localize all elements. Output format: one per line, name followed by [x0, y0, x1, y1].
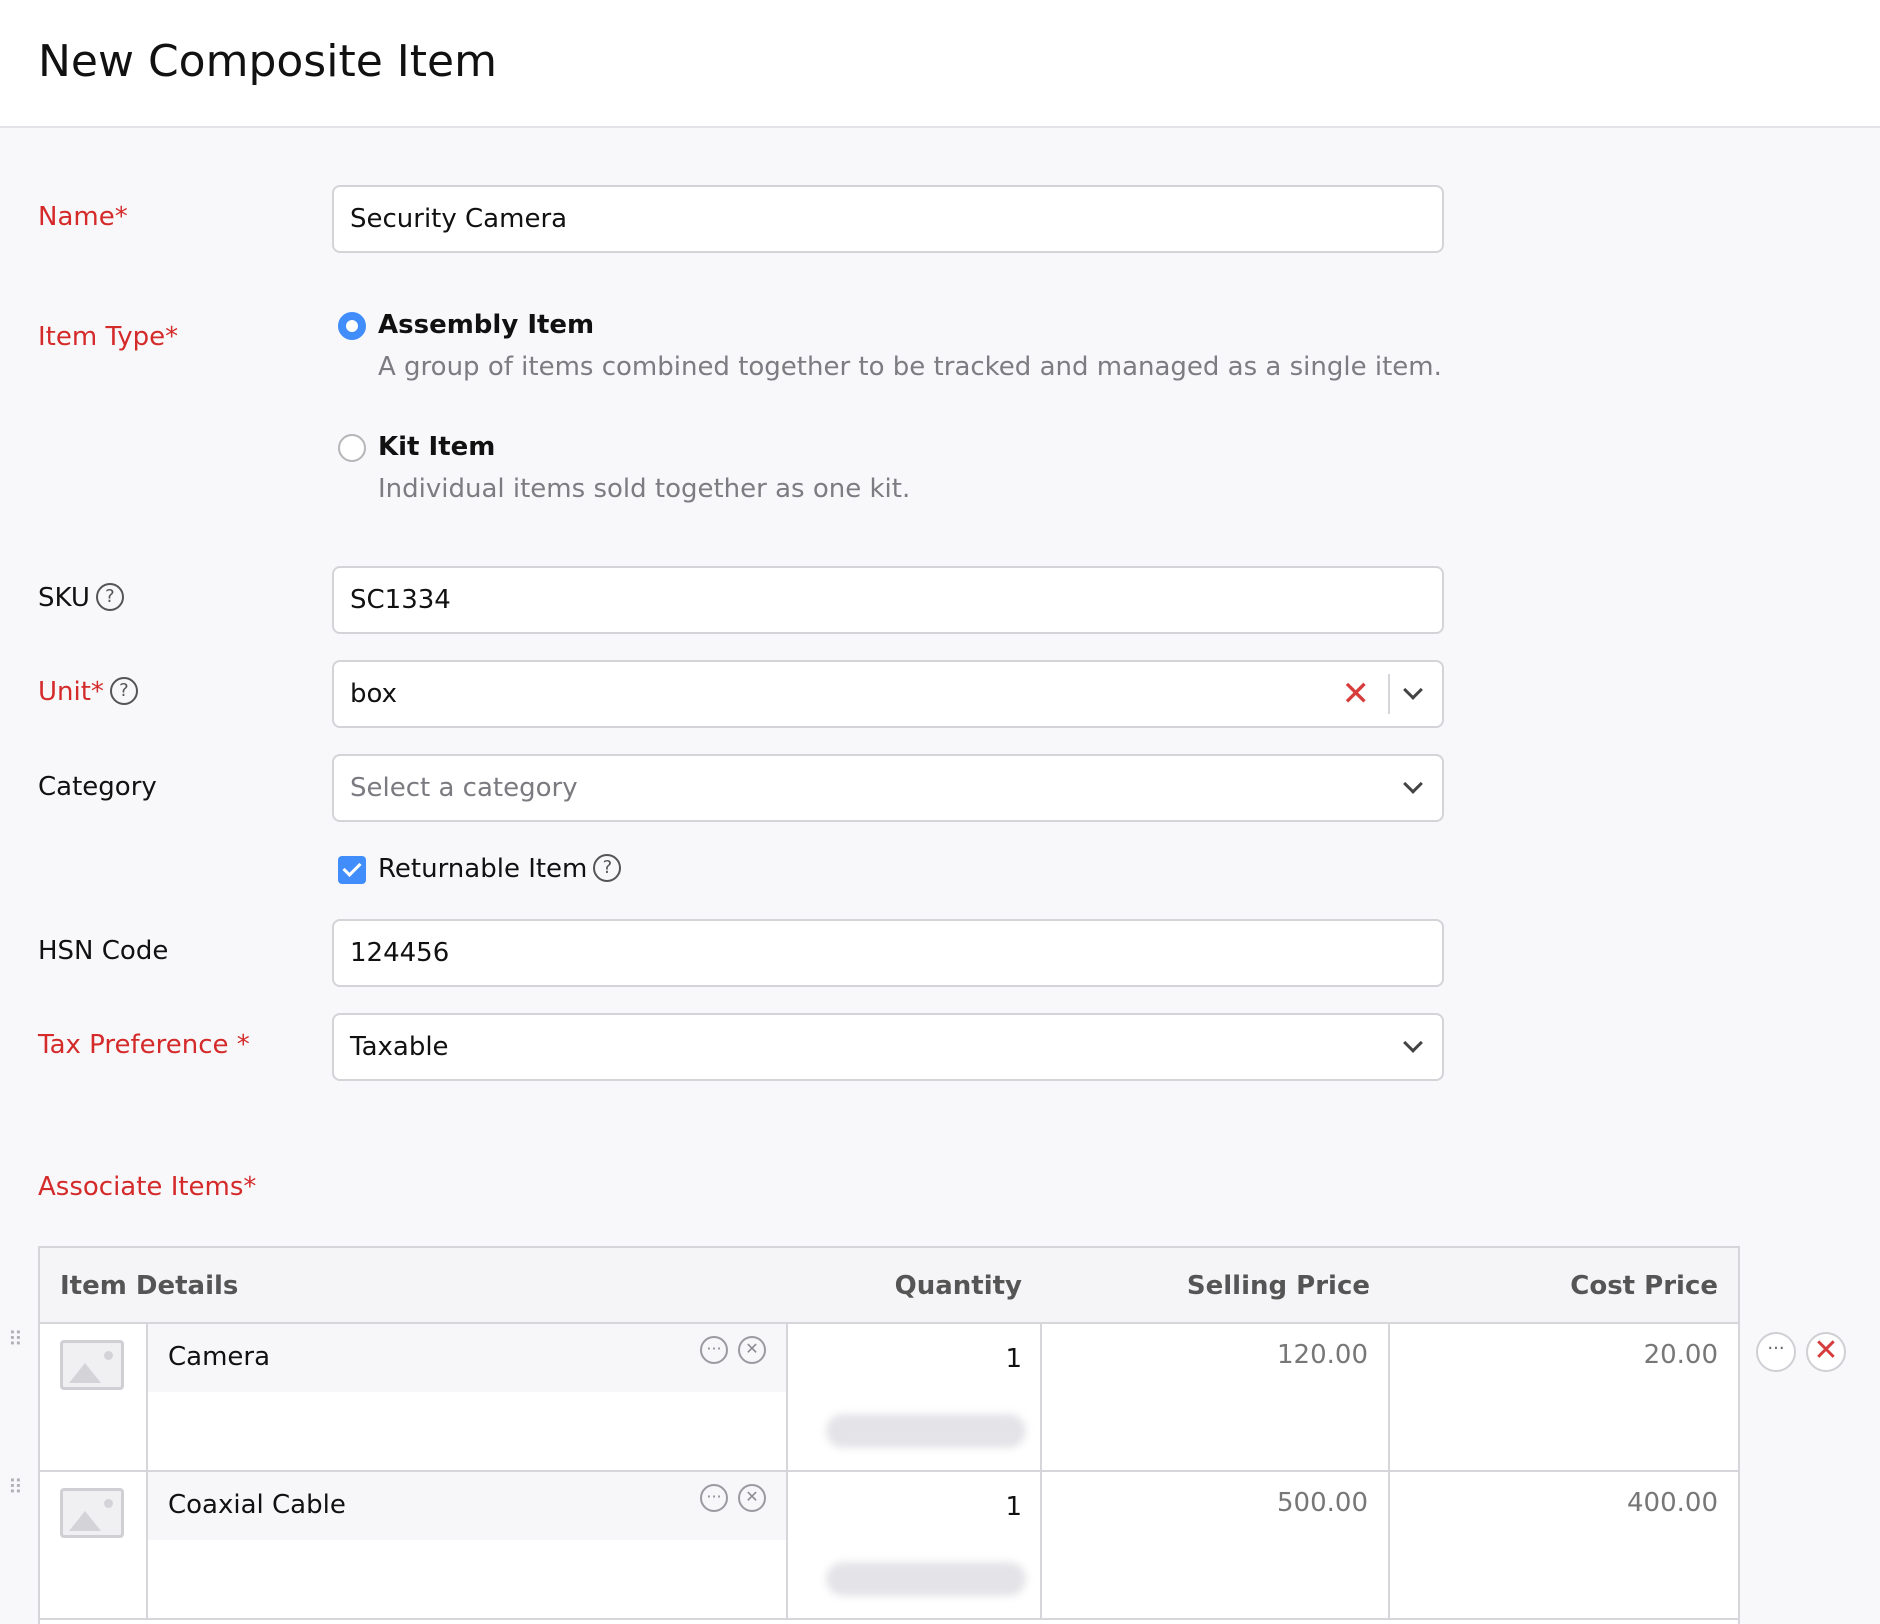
item-type-label: Item Type*	[38, 322, 179, 352]
item-image-cell[interactable]	[40, 1324, 148, 1470]
name-label: Name*	[38, 202, 128, 232]
table-row: Coaxial Cable ··· ✕ 1 500.00 400.00	[40, 1472, 1738, 1620]
more-options-icon[interactable]: ···	[700, 1484, 728, 1512]
kit-item-description: Individual items sold together as one ki…	[378, 474, 911, 504]
item-quantity: 1	[1005, 1344, 1022, 1374]
clear-circle-icon[interactable]: ✕	[738, 1484, 766, 1512]
column-header-selling-price: Selling Price	[1042, 1248, 1392, 1324]
column-header-item-details: Item Details	[40, 1248, 790, 1324]
hsn-code-input[interactable]	[350, 923, 1350, 983]
item-details-cell[interactable]: Camera ··· ✕	[148, 1324, 788, 1470]
item-cost-price: 400.00	[1627, 1488, 1718, 1518]
item-cost-price: 20.00	[1643, 1340, 1718, 1370]
item-name-area: Coaxial Cable ··· ✕	[148, 1472, 786, 1540]
row-more-options-button[interactable]: ···	[1756, 1332, 1796, 1372]
item-selling-price: 120.00	[1277, 1340, 1368, 1370]
tax-preference-select[interactable]: Taxable	[332, 1013, 1444, 1081]
sku-input[interactable]	[350, 570, 1350, 630]
clear-circle-icon[interactable]: ✕	[738, 1336, 766, 1364]
category-placeholder: Select a category	[350, 773, 578, 803]
column-header-cost-price: Cost Price	[1390, 1248, 1738, 1324]
name-field[interactable]	[332, 185, 1444, 253]
item-name-area: Camera ··· ✕	[148, 1324, 786, 1392]
associate-items-table: Item Details Quantity Selling Price Cost…	[38, 1246, 1740, 1624]
cost-price-cell: 400.00	[1390, 1472, 1738, 1618]
category-label: Category	[38, 772, 157, 802]
returnable-label: Returnable Item?	[378, 852, 622, 886]
image-placeholder-icon	[60, 1488, 124, 1538]
tax-preference-value: Taxable	[350, 1032, 449, 1062]
hsn-code-label: HSN Code	[38, 936, 169, 966]
page-header: New Composite Item	[0, 0, 1880, 128]
chevron-down-icon[interactable]	[1403, 774, 1423, 794]
category-select[interactable]: Select a category	[332, 754, 1444, 822]
image-placeholder-icon	[60, 1340, 124, 1390]
table-row: Camera ··· ✕ 1 120.00 20.00	[40, 1324, 1738, 1472]
sku-label: SKU?	[38, 581, 124, 615]
item-quantity: 1	[1005, 1492, 1022, 1522]
sku-label-text: SKU	[38, 583, 90, 613]
kit-item-radio[interactable]	[338, 434, 366, 462]
selling-price-cell: 500.00	[1042, 1472, 1390, 1618]
more-options-icon[interactable]: ···	[700, 1336, 728, 1364]
assembly-item-title: Assembly Item	[378, 310, 595, 340]
unit-select[interactable]: box ✕	[332, 660, 1444, 728]
quantity-cell[interactable]: 1	[788, 1324, 1042, 1470]
item-selling-price: 500.00	[1277, 1488, 1368, 1518]
cost-price-cell: 20.00	[1390, 1324, 1738, 1470]
question-circle-icon[interactable]: ?	[593, 853, 622, 882]
column-header-quantity: Quantity	[788, 1248, 1044, 1324]
drag-handle-icon[interactable]: ⠿	[8, 1329, 28, 1364]
stock-info-blurred	[826, 1562, 1026, 1596]
returnable-checkbox[interactable]	[338, 856, 366, 884]
item-name: Camera	[168, 1342, 271, 1372]
sku-field[interactable]	[332, 566, 1444, 634]
drag-handle-icon[interactable]: ⠿	[8, 1477, 28, 1512]
close-icon[interactable]: ✕	[1342, 674, 1371, 714]
returnable-label-text: Returnable Item	[378, 854, 588, 884]
stock-info-blurred	[826, 1414, 1026, 1448]
hsn-code-field[interactable]	[332, 919, 1444, 987]
unit-label: Unit*?	[38, 675, 138, 709]
item-image-cell[interactable]	[40, 1472, 148, 1618]
question-circle-icon[interactable]: ?	[109, 676, 138, 705]
chevron-down-icon[interactable]	[1403, 680, 1423, 700]
selling-price-cell: 120.00	[1042, 1324, 1390, 1470]
row-delete-button[interactable]: ✕	[1806, 1332, 1846, 1372]
unit-label-text: Unit*	[38, 677, 104, 707]
question-circle-icon[interactable]: ?	[95, 582, 124, 611]
assembly-item-description: A group of items combined together to be…	[378, 352, 1442, 382]
assembly-item-radio[interactable]	[338, 312, 366, 340]
associate-items-heading: Associate Items*	[38, 1172, 257, 1202]
item-details-cell[interactable]: Coaxial Cable ··· ✕	[148, 1472, 788, 1618]
name-input[interactable]	[350, 189, 1350, 249]
item-name: Coaxial Cable	[168, 1490, 346, 1520]
tax-preference-label: Tax Preference *	[38, 1030, 250, 1060]
chevron-down-icon[interactable]	[1403, 1033, 1423, 1053]
unit-value: box	[350, 679, 397, 709]
select-divider	[1388, 674, 1390, 714]
page-title: New Composite Item	[38, 36, 497, 87]
kit-item-title: Kit Item	[378, 432, 496, 462]
quantity-cell[interactable]: 1	[788, 1472, 1042, 1618]
